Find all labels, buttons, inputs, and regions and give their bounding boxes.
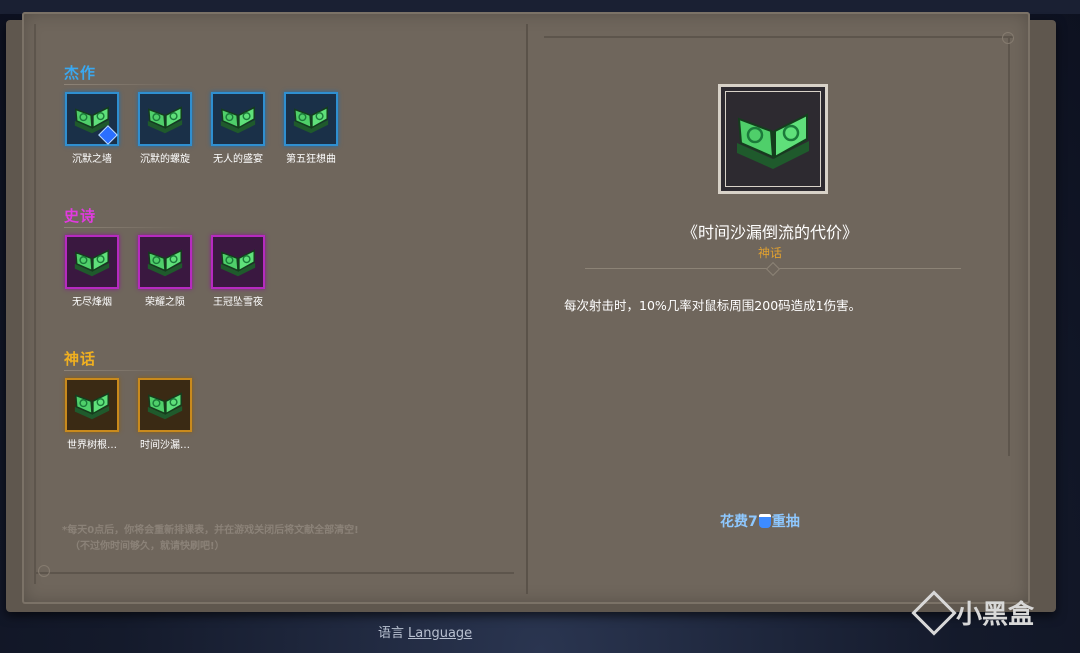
item-label: 王冠坠雪夜 bbox=[213, 297, 263, 308]
item-slot[interactable] bbox=[211, 235, 265, 289]
spellbook-icon bbox=[147, 106, 183, 134]
item-label: 第五狂想曲 bbox=[286, 154, 336, 165]
spellbook-icon bbox=[147, 249, 183, 277]
reroll-action-label: 重抽 bbox=[771, 514, 800, 530]
watermark: 小黑盒 bbox=[911, 589, 1035, 636]
left-margin-line bbox=[34, 24, 36, 584]
item-label: 时间沙漏… bbox=[140, 440, 190, 451]
corner-ornament bbox=[1002, 32, 1014, 44]
spellbook-icon bbox=[74, 392, 110, 420]
notice-line-2: （不过你时间够久，就请快刷吧!） bbox=[70, 541, 225, 552]
selected-item-description: 每次射击时，10%几率对鼠标周围200码造成1伤害。 bbox=[564, 298, 862, 313]
right-margin-line bbox=[1008, 36, 1010, 456]
language-label-zh: 语言 bbox=[378, 626, 405, 641]
spellbook-icon bbox=[147, 392, 183, 420]
book-spine bbox=[526, 24, 528, 594]
spellbook-icon bbox=[220, 106, 256, 134]
language-button[interactable]: 语言 Language bbox=[378, 622, 472, 641]
item-label: 沉默的螺旋 bbox=[140, 154, 190, 165]
selected-item-frame bbox=[718, 84, 828, 194]
item-label: 荣耀之陨 bbox=[145, 297, 185, 308]
potion-icon bbox=[758, 514, 771, 528]
spellbook-icon bbox=[220, 249, 256, 277]
section-title: 史诗 bbox=[64, 207, 185, 228]
selected-item-rarity: 神话 bbox=[757, 246, 782, 260]
item-slot[interactable] bbox=[65, 378, 119, 432]
reroll-cost-label: 花费7 bbox=[720, 514, 758, 530]
item-slot[interactable] bbox=[284, 92, 338, 146]
item-slot[interactable] bbox=[65, 235, 119, 289]
notice-line-1: *每天0点后，你将会重新排课表，并在游戏关闭后将文献全部清空! bbox=[62, 525, 359, 536]
section-title: 神话 bbox=[64, 350, 185, 371]
item-slot[interactable] bbox=[138, 378, 192, 432]
right-top-line bbox=[544, 36, 1014, 38]
selected-item-title: 《时间沙漏倒流的代价》 bbox=[681, 223, 858, 242]
language-label-en: Language bbox=[408, 626, 473, 641]
corner-ornament bbox=[38, 565, 50, 577]
spellbook-icon bbox=[74, 249, 110, 277]
left-bottom-line bbox=[34, 572, 514, 574]
item-slot[interactable] bbox=[138, 92, 192, 146]
section-title: 杰作 bbox=[64, 64, 185, 85]
spellbook-icon bbox=[293, 106, 329, 134]
item-slot[interactable] bbox=[65, 92, 119, 146]
reroll-button[interactable]: 花费7 重抽 bbox=[720, 511, 800, 531]
spellbook-icon bbox=[737, 113, 809, 169]
item-label: 无人的盛宴 bbox=[213, 154, 263, 165]
item-label: 无尽烽烟 bbox=[72, 297, 112, 308]
item-label: 世界树根… bbox=[67, 440, 117, 451]
item-slot[interactable] bbox=[211, 92, 265, 146]
watermark-logo-icon bbox=[911, 589, 957, 636]
item-slot[interactable] bbox=[138, 235, 192, 289]
item-label: 沉默之墙 bbox=[72, 154, 112, 165]
watermark-text: 小黑盒 bbox=[956, 600, 1035, 630]
